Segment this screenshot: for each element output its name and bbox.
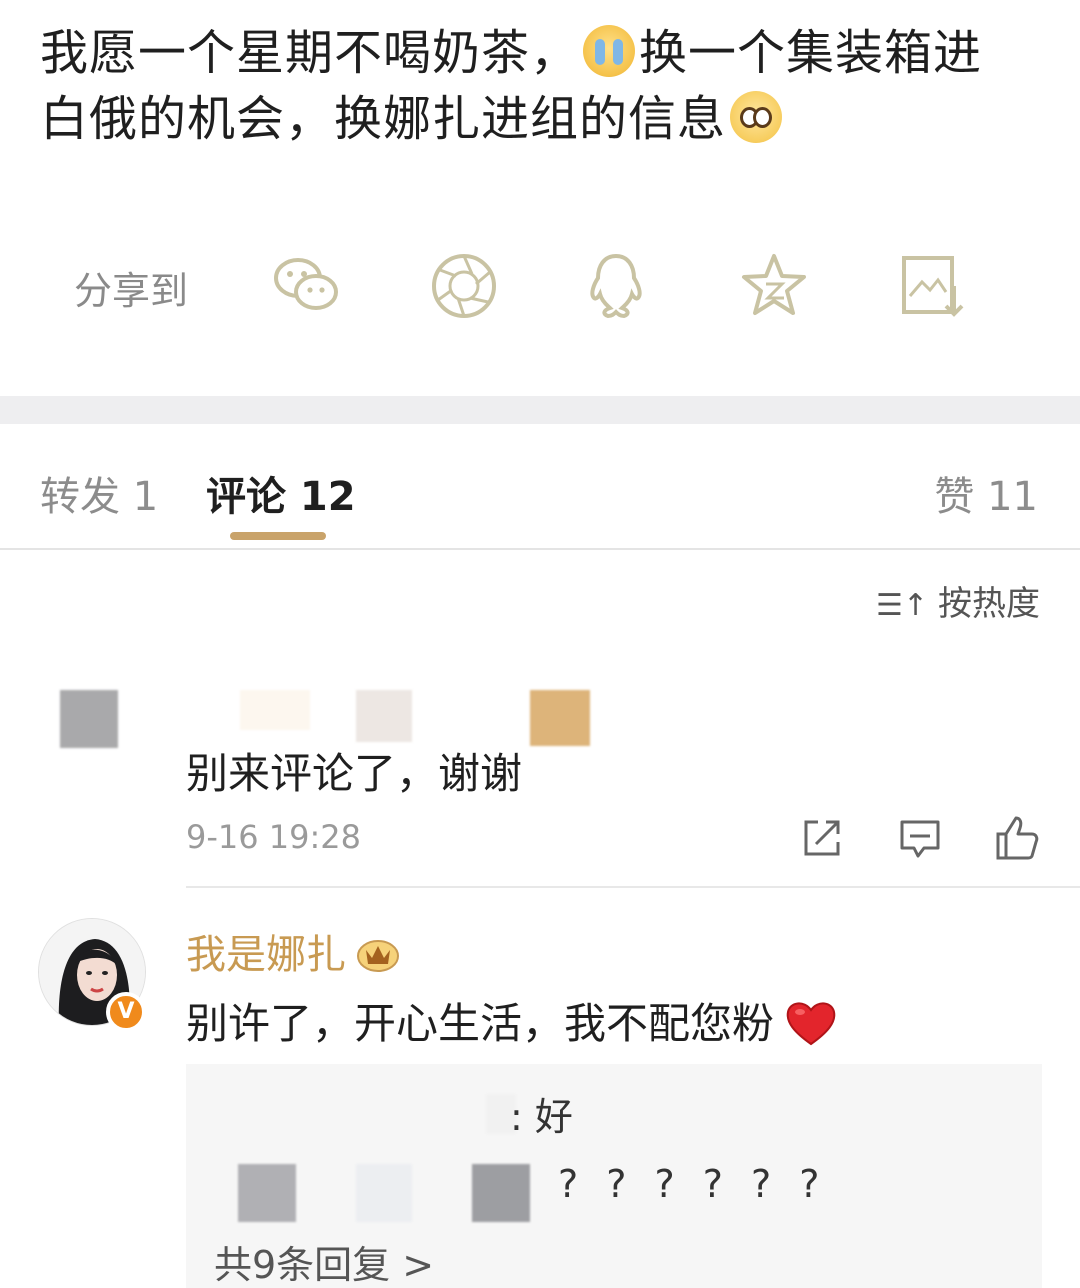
tab-repost[interactable]: 转发 1 bbox=[40, 464, 158, 522]
qq-icon[interactable] bbox=[580, 250, 652, 322]
crown-icon bbox=[357, 940, 399, 972]
section-divider bbox=[0, 396, 1080, 424]
crying-face-icon bbox=[583, 25, 636, 77]
save-image-icon[interactable] bbox=[896, 250, 968, 322]
wechat-icon[interactable] bbox=[270, 250, 342, 322]
qzone-icon[interactable] bbox=[738, 250, 810, 322]
comment-time: 9-16 19:28 bbox=[186, 818, 362, 856]
post-line2: 白俄的机会，换娜扎进组的信息 bbox=[40, 91, 727, 147]
comment-separator bbox=[186, 886, 1080, 888]
comment-text-label: 别许了，开心生活，我不配您粉 bbox=[186, 999, 775, 1048]
post-line1-a: 我愿一个星期不喝奶茶， bbox=[40, 25, 580, 81]
like-icon[interactable] bbox=[992, 814, 1040, 862]
blurred-name bbox=[356, 1164, 412, 1222]
blurred-name bbox=[530, 690, 590, 746]
post-text: 我愿一个星期不喝奶茶， 换一个集装箱进 白俄的机会，换娜扎进组的信息 bbox=[40, 20, 1040, 152]
comment-text: 别许了，开心生活，我不配您粉 bbox=[186, 990, 838, 1051]
tab-comments[interactable]: 评论 12 bbox=[206, 464, 356, 522]
share-row: 分享到 bbox=[0, 240, 1080, 330]
reply-text: ? ? ? ? ? ? bbox=[558, 1162, 828, 1206]
share-icon[interactable] bbox=[798, 814, 846, 862]
sort-label: 按热度 bbox=[938, 584, 1040, 624]
pleading-face-icon bbox=[730, 91, 783, 143]
sort-button[interactable]: ☰↑ 按热度 bbox=[876, 576, 1040, 625]
verified-badge: V bbox=[106, 992, 146, 1032]
blurred-avatar bbox=[60, 690, 118, 748]
commenter-name-label: 我是娜扎 bbox=[186, 932, 346, 978]
more-replies-link[interactable]: 共9条回复 > bbox=[214, 1234, 434, 1288]
blurred-name bbox=[472, 1164, 530, 1222]
share-label: 分享到 bbox=[74, 269, 189, 313]
comment-text: 别来评论了，谢谢 bbox=[186, 749, 523, 798]
blurred-avatar bbox=[238, 1164, 296, 1222]
tab-bar: 转发 1 评论 12 赞 11 bbox=[0, 424, 1080, 550]
sort-icon: ☰↑ bbox=[875, 588, 928, 623]
reply-text: : 好 bbox=[510, 1095, 573, 1139]
blurred-name bbox=[356, 690, 412, 742]
heart-icon bbox=[786, 1002, 836, 1046]
commenter-name[interactable]: 我是娜扎 bbox=[186, 922, 400, 980]
moments-icon[interactable] bbox=[428, 250, 500, 322]
blurred-name bbox=[240, 690, 310, 730]
tab-likes[interactable]: 赞 11 bbox=[934, 464, 1038, 522]
reply-preview[interactable]: : 好 ? ? ? ? ? ? 共9条回复 > bbox=[186, 1064, 1042, 1288]
post-line1-b: 换一个集装箱进 bbox=[639, 25, 983, 81]
reply-icon[interactable] bbox=[896, 814, 944, 862]
tab-indicator bbox=[230, 532, 326, 540]
